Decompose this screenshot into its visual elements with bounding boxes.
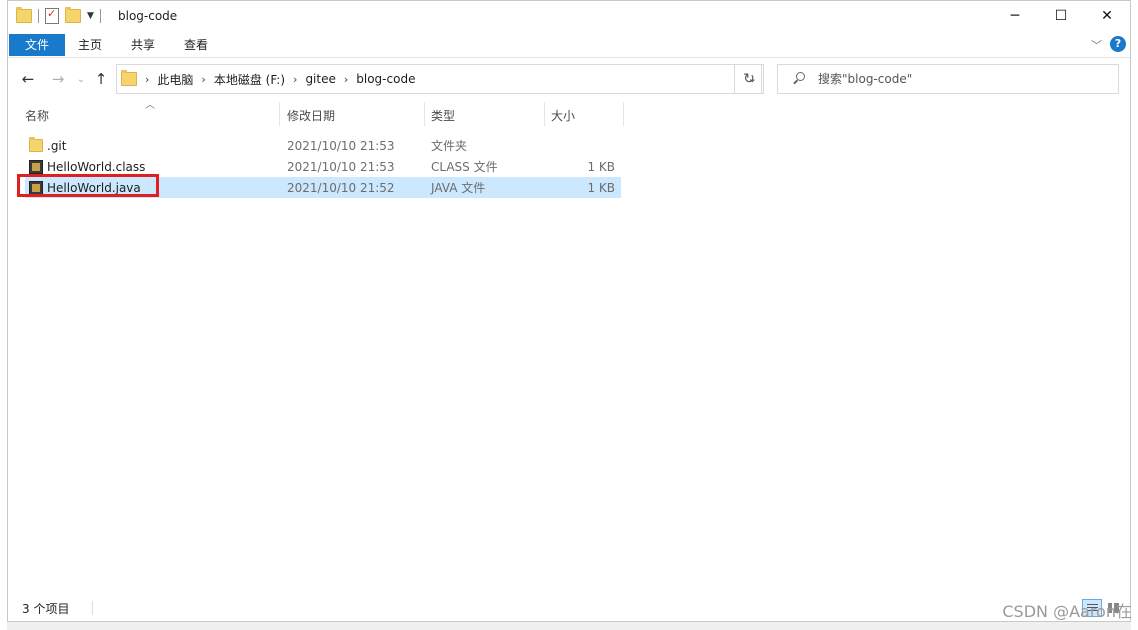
refresh-button[interactable]: ↻ <box>734 64 764 94</box>
folder-icon <box>121 70 137 86</box>
quick-access-toolbar: ▼ <box>16 7 101 25</box>
chevron-right-icon[interactable]: › <box>145 73 149 86</box>
close-button[interactable]: ✕ <box>1084 1 1130 31</box>
forward-button[interactable]: → <box>46 67 70 91</box>
column-header-name[interactable]: 名称 <box>25 101 49 127</box>
help-icon[interactable]: ? <box>1110 36 1126 52</box>
search-box[interactable] <box>777 64 1119 94</box>
background-page <box>0 0 7 630</box>
divider <box>99 9 101 23</box>
address-bar[interactable]: › 此电脑 › 本地磁盘 (F:) › gitee › blog-code ⌄ <box>116 64 762 94</box>
file-explorer-window: ▼ blog-code ─ ☐ ✕ 文件 主页 共享 查看 ﹀ ? ← → ⌄ … <box>7 0 1131 622</box>
column-divider[interactable] <box>279 102 280 126</box>
folder-icon <box>16 7 32 23</box>
divider <box>92 601 93 615</box>
tab-home[interactable]: 主页 <box>66 34 114 56</box>
column-divider[interactable] <box>623 102 624 126</box>
customize-toolbar-icon[interactable]: ▼ <box>87 11 94 21</box>
breadcrumb-gitee[interactable]: gitee <box>305 72 335 86</box>
minimize-button[interactable]: ─ <box>992 1 1038 31</box>
status-bar: 3 个项目 <box>8 595 1130 621</box>
file-type: 文件夹 <box>431 139 468 153</box>
divider <box>38 9 39 23</box>
chevron-right-icon[interactable]: › <box>293 73 297 86</box>
chevron-right-icon[interactable]: › <box>201 73 205 86</box>
column-header-modified[interactable]: 修改日期 <box>287 101 335 127</box>
file-modified: 2021/10/10 21:53 <box>287 138 395 153</box>
highlight-annotation-box <box>17 174 159 197</box>
file-size: 1 KB <box>587 180 615 195</box>
maximize-button[interactable]: ☐ <box>1038 1 1084 31</box>
breadcrumb-drive[interactable]: 本地磁盘 (F:) <box>214 71 285 88</box>
background-page-right <box>1131 0 1138 630</box>
tab-file[interactable]: 文件 <box>9 34 65 56</box>
search-input[interactable] <box>816 71 1100 87</box>
column-divider[interactable] <box>544 102 545 126</box>
navigation-bar: ← → ⌄ ↑ › 此电脑 › 本地磁盘 (F:) › gitee › blog… <box>8 61 1130 97</box>
file-type: JAVA 文件 <box>431 181 486 195</box>
file-row-git[interactable]: .git 2021/10/10 21:53 文件夹 <box>25 135 621 156</box>
file-name[interactable]: HelloWorld.class <box>47 160 145 174</box>
new-folder-icon[interactable] <box>65 7 81 23</box>
column-header-size[interactable]: 大小 <box>551 101 575 127</box>
sort-ascending-icon: ︿ <box>145 100 155 111</box>
item-count: 3 个项目 <box>22 602 70 616</box>
tab-share[interactable]: 共享 <box>119 34 167 56</box>
file-name[interactable]: .git <box>47 139 66 153</box>
file-type: CLASS 文件 <box>431 160 498 174</box>
search-icon <box>792 72 806 86</box>
folder-icon <box>29 137 43 152</box>
breadcrumb-blog-code[interactable]: blog-code <box>356 72 415 86</box>
up-button[interactable]: ↑ <box>89 67 113 91</box>
column-header-type[interactable]: 类型 <box>431 101 455 127</box>
breadcrumb-this-pc[interactable]: 此电脑 <box>157 71 193 88</box>
back-button[interactable]: ← <box>16 67 40 91</box>
file-modified: 2021/10/10 21:52 <box>287 180 395 195</box>
column-divider[interactable] <box>424 102 425 126</box>
file-size: 1 KB <box>587 159 615 174</box>
tab-view[interactable]: 查看 <box>172 34 220 56</box>
file-modified: 2021/10/10 21:53 <box>287 159 395 174</box>
ribbon-tabs: 文件 主页 共享 查看 ﹀ ? <box>8 31 1130 58</box>
class-file-icon <box>29 160 43 174</box>
expand-ribbon-icon[interactable]: ﹀ <box>1091 37 1102 53</box>
file-list: ︿ 名称 修改日期 类型 大小 .git 2021/10/10 21:53 文件… <box>8 98 1130 588</box>
title-bar: ▼ blog-code ─ ☐ ✕ <box>8 1 1130 31</box>
watermark: CSDN @Aaron在 <box>1002 602 1132 621</box>
window-title: blog-code <box>118 9 178 23</box>
chevron-right-icon[interactable]: › <box>344 73 348 86</box>
properties-icon[interactable] <box>45 7 59 24</box>
